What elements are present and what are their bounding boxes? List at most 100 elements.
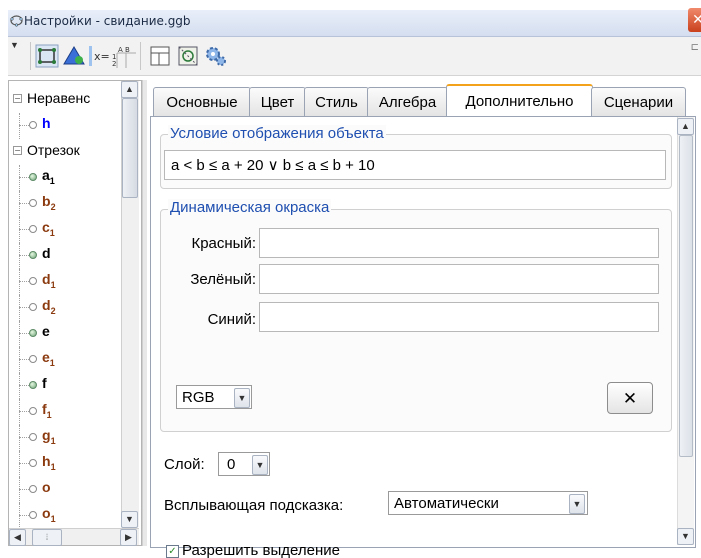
allow-selection-checkbox[interactable]: ✓ <box>166 545 179 558</box>
tab-3[interactable]: Алгебра <box>367 87 448 116</box>
collapse-icon[interactable]: − <box>13 146 22 155</box>
split-pane-divider[interactable] <box>142 80 147 546</box>
condition-input[interactable]: a < b ≤ a + 20 ∨ b ≤ a ≤ b + 10 <box>164 150 666 180</box>
tab-2[interactable]: Стиль <box>304 87 369 116</box>
tree-item[interactable]: d <box>9 243 129 269</box>
hidden-toggle-icon[interactable] <box>29 355 37 363</box>
hidden-toggle-icon[interactable] <box>29 459 37 467</box>
tree-item[interactable]: f <box>9 373 129 399</box>
tree-connector <box>19 295 20 321</box>
tree-group[interactable]: − Отрезок <box>9 139 129 165</box>
tree-item-name: h <box>42 453 51 469</box>
tree-item[interactable]: e1 <box>9 347 129 373</box>
advanced-gear-icon[interactable] <box>204 44 228 68</box>
hidden-toggle-icon[interactable] <box>29 433 37 441</box>
collapse-icon[interactable]: − <box>13 94 22 103</box>
visible-toggle-icon[interactable] <box>29 251 37 259</box>
tree-item[interactable]: h <box>9 113 129 139</box>
color-space-value: RGB <box>182 389 215 406</box>
layer-select[interactable]: 0 ▼ <box>218 452 270 476</box>
tree-item[interactable]: a1 <box>9 165 129 191</box>
tree-item-name: f <box>42 375 47 391</box>
tree-item-label: a1 <box>42 167 55 186</box>
tab-1[interactable]: Цвет <box>249 87 306 116</box>
scroll-down-icon[interactable]: ▼ <box>121 511 138 528</box>
tree-connector <box>19 255 29 256</box>
tree-connector <box>19 359 29 360</box>
scroll-down-icon[interactable]: ▼ <box>677 528 694 545</box>
tree-scroll-thumb[interactable] <box>122 98 138 198</box>
tree-item[interactable]: g1 <box>9 425 129 451</box>
hidden-toggle-icon[interactable] <box>29 511 37 519</box>
style-triangle-icon[interactable] <box>62 44 86 68</box>
tree-item[interactable]: e <box>9 321 129 347</box>
red-label: Красный: <box>191 235 256 252</box>
tree-group-label: Неравенс <box>27 90 91 106</box>
tree-item-name: e <box>42 323 50 339</box>
tree-group[interactable]: − Неравенс <box>9 87 129 113</box>
visible-toggle-icon[interactable] <box>29 173 37 181</box>
hidden-toggle-icon[interactable] <box>29 277 37 285</box>
visible-toggle-icon[interactable] <box>29 329 37 337</box>
clear-color-button[interactable]: ✕ <box>607 382 653 414</box>
layout-icon[interactable] <box>148 44 172 68</box>
svg-text:2: 2 <box>112 60 116 68</box>
tree-item[interactable]: h1 <box>9 451 129 477</box>
tree-group-label: Отрезок <box>27 142 80 158</box>
tree-item-label: d1 <box>42 271 56 290</box>
tree-item[interactable]: f1 <box>9 399 129 425</box>
algebra-icon[interactable]: x= <box>88 44 112 68</box>
tab-4[interactable]: Дополнительно <box>446 84 593 118</box>
visible-toggle-icon[interactable] <box>29 381 37 389</box>
tree-connector <box>19 113 20 139</box>
tooltip-select[interactable]: Автоматически ▼ <box>388 491 588 515</box>
tree-item[interactable]: d2 <box>9 295 129 321</box>
panel-scroll-thumb[interactable] <box>679 135 693 457</box>
scroll-up-icon[interactable]: ▲ <box>121 81 138 98</box>
tree-item-name: h <box>42 115 51 131</box>
tree-item[interactable]: o1 <box>9 503 129 529</box>
green-input[interactable] <box>259 264 659 294</box>
chevron-down-icon[interactable]: ▼ <box>569 494 585 514</box>
tree-item-name: e <box>42 349 50 365</box>
toolbar-menu-icon[interactable]: ▼ <box>10 40 19 50</box>
tree-connector <box>19 451 20 477</box>
tooltip-value: Автоматически <box>394 495 499 512</box>
tree-connector <box>19 463 29 464</box>
scroll-right-icon[interactable]: ▶ <box>120 529 137 546</box>
tree-item-label: f1 <box>42 401 52 420</box>
tree-item[interactable]: c1 <box>9 217 129 243</box>
scroll-left-icon[interactable]: ◀ <box>9 529 26 546</box>
spreadsheet-icon[interactable]: A B12 <box>112 44 136 68</box>
tree-item-subscript: 1 <box>50 279 56 290</box>
tree-item-label: o1 <box>42 505 56 524</box>
red-input[interactable] <box>259 228 659 258</box>
hidden-toggle-icon[interactable] <box>29 485 37 493</box>
hidden-toggle-icon[interactable] <box>29 407 37 415</box>
tab-5[interactable]: Сценарии <box>591 87 686 116</box>
tree-connector <box>19 217 20 243</box>
tree-connector <box>19 203 29 204</box>
graphics-icon[interactable] <box>176 44 200 68</box>
close-button[interactable]: ✕ <box>688 8 701 32</box>
chevron-down-icon[interactable]: ▼ <box>252 455 268 475</box>
tree-item[interactable]: d1 <box>9 269 129 295</box>
tree-connector <box>19 125 29 126</box>
basic-icon[interactable] <box>35 44 59 68</box>
blue-input[interactable] <box>259 302 659 332</box>
pin-icon[interactable]: ⊏ <box>691 42 699 53</box>
scroll-up-icon[interactable]: ▲ <box>677 118 694 135</box>
color-space-select[interactable]: RGB ▼ <box>176 385 252 409</box>
hidden-toggle-icon[interactable] <box>29 121 37 129</box>
horizontal-scroll-thumb[interactable]: ⦙ <box>32 529 62 546</box>
tree-item[interactable]: b2 <box>9 191 129 217</box>
tree-item-name: d <box>42 245 51 261</box>
chevron-down-icon[interactable]: ▼ <box>234 388 250 408</box>
tree-item[interactable]: o <box>9 477 129 503</box>
tab-0[interactable]: Основные <box>153 87 251 116</box>
hidden-toggle-icon[interactable] <box>29 303 37 311</box>
tree-connector <box>19 347 20 373</box>
hidden-toggle-icon[interactable] <box>29 199 37 207</box>
tooltip-label: Всплывающая подсказка: <box>164 497 344 514</box>
hidden-toggle-icon[interactable] <box>29 225 37 233</box>
